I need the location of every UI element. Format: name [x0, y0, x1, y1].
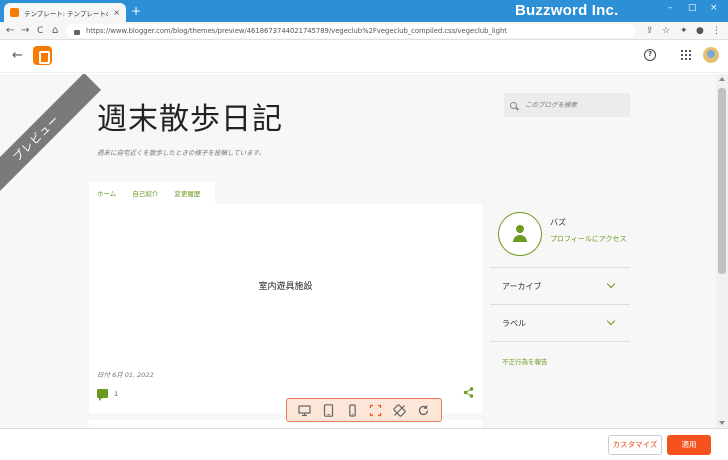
- scrollbar-thumb[interactable]: [718, 88, 726, 274]
- person-icon[interactable]: [498, 212, 542, 256]
- extensions-icon[interactable]: ✦: [680, 25, 688, 37]
- browser-tab[interactable]: テンプレート: テンプレートのプレビュー ×: [4, 3, 126, 22]
- comment-icon[interactable]: [97, 389, 108, 401]
- scroll-down-arrow-icon[interactable]: [719, 421, 725, 425]
- back-arrow-icon[interactable]: ←: [6, 24, 14, 38]
- blogger-header: ← ?: [0, 41, 728, 73]
- preview-ribbon: プレビュー: [0, 74, 102, 204]
- home-icon[interactable]: ⌂: [52, 24, 58, 38]
- bookmark-star-icon[interactable]: ☆: [662, 25, 670, 37]
- blog-title[interactable]: 週末散歩日記: [97, 94, 283, 138]
- post-title[interactable]: 室内遊具施設: [89, 279, 482, 292]
- blog-sidebar: バズ プロフィールにアクセス アーカイブ ラベル 不正行為を報告: [490, 204, 630, 366]
- tab-home[interactable]: ホーム: [97, 188, 116, 198]
- blogger-favicon-icon: [10, 8, 19, 17]
- url-text: https://www.blogger.com/blog/themes/prev…: [86, 27, 507, 35]
- blog-preview: プレビュー 週末散歩日記 週末に自宅近くを散歩したときの様子を投稿しています。 …: [0, 74, 716, 428]
- help-icon[interactable]: ?: [644, 49, 656, 61]
- comment-count: 1: [114, 390, 119, 398]
- search-icon[interactable]: [510, 101, 517, 109]
- browser-menu-icon[interactable]: ⋮: [712, 25, 721, 37]
- post-card: 室内遊具施設 日付 6月 01, 2022 1: [89, 204, 482, 413]
- desktop-icon[interactable]: [298, 404, 311, 417]
- close-window-button[interactable]: ×: [710, 3, 718, 13]
- mobile-icon[interactable]: [346, 403, 359, 417]
- new-tab-button[interactable]: +: [131, 4, 141, 18]
- rotate-icon[interactable]: [393, 403, 406, 417]
- customize-button[interactable]: カスタマイズ: [608, 435, 662, 455]
- profile-widget: バズ プロフィールにアクセス: [490, 204, 630, 268]
- profile-link[interactable]: プロフィールにアクセス: [550, 234, 630, 245]
- forward-arrow-icon[interactable]: →: [21, 24, 29, 38]
- tab-changelog[interactable]: 変更履歴: [174, 188, 200, 198]
- apps-grid-icon[interactable]: [681, 50, 691, 60]
- fullscreen-icon[interactable]: [369, 404, 382, 417]
- browser-toolbar: ← → C ⌂ https://www.blogger.com/blog/the…: [0, 22, 728, 40]
- page-scrollbar[interactable]: [716, 74, 728, 428]
- tab-close-icon[interactable]: ×: [113, 8, 120, 17]
- profile-icon[interactable]: ●: [696, 25, 704, 37]
- minimize-button[interactable]: –: [668, 3, 673, 13]
- account-avatar[interactable]: [703, 47, 719, 63]
- browser-tab-strip: テンプレート: テンプレートのプレビュー × + Buzzword Inc. –…: [0, 0, 728, 22]
- lock-icon: [74, 29, 80, 35]
- share-page-icon[interactable]: ⇪: [646, 25, 654, 37]
- browser-tab-title: テンプレート: テンプレートのプレビュー: [24, 9, 108, 18]
- maximize-button[interactable]: □: [688, 3, 697, 13]
- reload-icon[interactable]: C: [37, 24, 43, 38]
- apply-button[interactable]: 適用: [667, 435, 711, 455]
- post-date: 日付 6月 01, 2022: [97, 371, 154, 379]
- blog-nav-tabs: ホーム 自己紹介 変更履歴: [89, 182, 215, 204]
- tab-about[interactable]: 自己紹介: [132, 188, 158, 198]
- labels-widget[interactable]: ラベル: [490, 305, 630, 342]
- bottom-action-bar: カスタマイズ 適用: [0, 428, 728, 460]
- share-icon[interactable]: [463, 387, 474, 398]
- refresh-icon[interactable]: [417, 404, 430, 417]
- watermark: Buzzword Inc.: [515, 2, 619, 19]
- tablet-icon[interactable]: [322, 403, 335, 417]
- archive-widget[interactable]: アーカイブ: [490, 268, 630, 305]
- blogger-logo-icon[interactable]: [33, 46, 52, 65]
- profile-name: バズ: [550, 218, 566, 227]
- scroll-up-arrow-icon[interactable]: [719, 77, 725, 81]
- search-input[interactable]: [525, 101, 621, 109]
- report-abuse-link[interactable]: 不正行為を報告: [502, 356, 548, 366]
- address-bar[interactable]: https://www.blogger.com/blog/themes/prev…: [66, 24, 636, 38]
- blog-search[interactable]: [504, 93, 630, 117]
- blog-description: 週末に自宅近くを散歩したときの様子を投稿しています。: [97, 149, 266, 157]
- back-arrow-icon[interactable]: ←: [12, 48, 23, 63]
- device-preview-toolbar: [286, 398, 442, 422]
